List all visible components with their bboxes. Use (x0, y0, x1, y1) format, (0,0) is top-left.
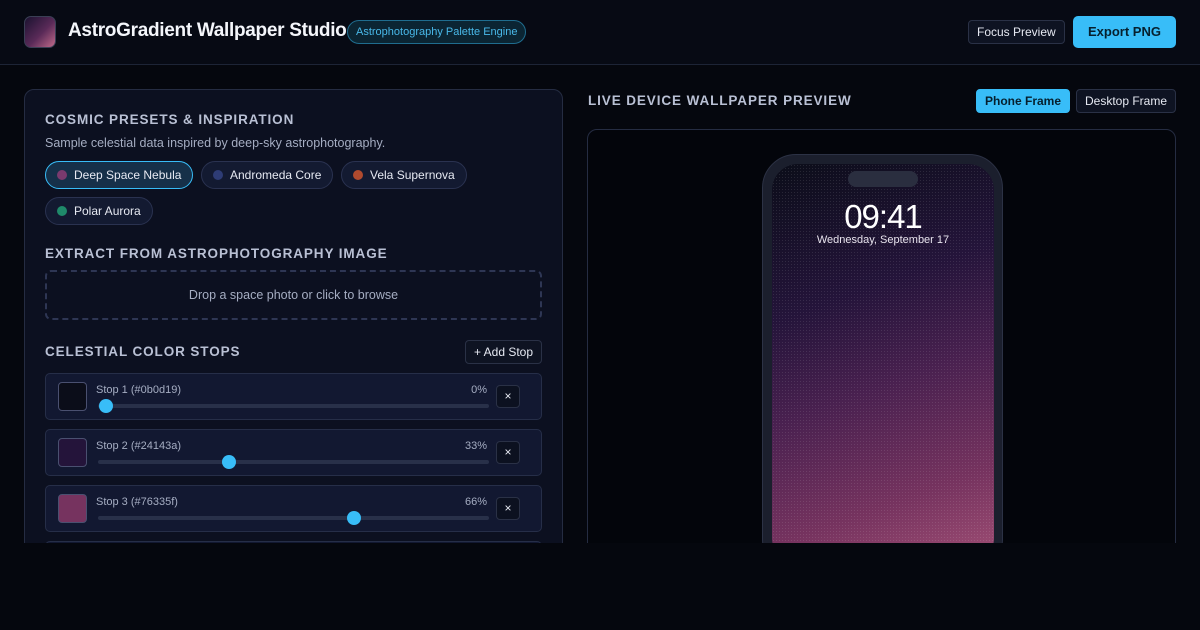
preset-color-dot (57, 206, 67, 216)
engine-badge: Astrophotography Palette Engine (347, 20, 527, 44)
phone-frame-tab[interactable]: Phone Frame (976, 89, 1071, 113)
stop-percent: 33% (464, 440, 487, 452)
color-stops-heading: CELESTIAL COLOR STOPS (45, 344, 241, 359)
stop-position-slider[interactable] (98, 399, 489, 413)
preset-chip-vela-supernova[interactable]: Vela Supernova (341, 161, 467, 189)
preset-color-dot (57, 170, 67, 180)
lockscreen-date: Wednesday, September 17 (816, 234, 950, 246)
remove-stop-button[interactable]: × (496, 385, 520, 408)
wallpaper-screen: 09:41 Wednesday, September 17 (772, 164, 994, 558)
slider-thumb[interactable] (98, 399, 113, 413)
stop-label: Stop 3 (#76335f) (96, 496, 178, 508)
color-stop-row: Stop 3 (#76335f) 66% × (45, 485, 542, 532)
stop-color-swatch[interactable] (58, 382, 87, 411)
stop-percent: 0% (471, 384, 487, 396)
preset-chip-polar-aurora[interactable]: Polar Aurora (45, 197, 153, 225)
preset-chip-deep-space-nebula[interactable]: Deep Space Nebula (45, 161, 194, 189)
stop-percent: 66% (464, 496, 487, 508)
preview-heading: LIVE DEVICE WALLPAPER PREVIEW (588, 93, 852, 108)
device-preview: 09:41 Wednesday, September 17 (587, 129, 1176, 559)
preset-chip-label: Andromeda Core (230, 168, 322, 182)
lockscreen-time: 09:41 (844, 198, 923, 235)
preset-color-dot (353, 170, 363, 180)
desktop-frame-tab[interactable]: Desktop Frame (1076, 89, 1177, 113)
phone-frame: 09:41 Wednesday, September 17 (762, 154, 1003, 558)
preset-chip-andromeda-core[interactable]: Andromeda Core (201, 161, 334, 189)
preset-chip-label: Vela Supernova (370, 168, 455, 182)
app-title: AstroGradient Wallpaper Studio (68, 20, 347, 41)
app-logo (24, 16, 56, 48)
extract-heading: EXTRACT FROM ASTROPHOTOGRAPHY IMAGE (45, 246, 388, 261)
stop-label: Stop 1 (#0b0d19) (96, 384, 182, 396)
viewport-bottom (0, 543, 1200, 630)
presets-subtitle: Sample celestial data inspired by deep-s… (45, 136, 386, 150)
stop-label: Stop 2 (#24143a) (96, 440, 182, 452)
export-png-button[interactable]: Export PNG (1073, 16, 1176, 48)
controls-panel: COSMIC PRESETS & INSPIRATION Sample cele… (24, 89, 563, 559)
preset-chip-label: Polar Aurora (74, 204, 141, 218)
preset-color-dot (213, 170, 223, 180)
color-stop-row: Stop 2 (#24143a) 33% × (45, 429, 542, 476)
stop-position-slider[interactable] (98, 511, 489, 525)
slider-thumb[interactable] (221, 455, 236, 469)
image-dropzone[interactable]: Drop a space photo or click to browse (45, 270, 542, 320)
stop-color-swatch[interactable] (58, 438, 87, 467)
remove-stop-button[interactable]: × (496, 441, 520, 464)
app-header: AstroGradient Wallpaper Studio Astrophot… (0, 0, 1200, 65)
color-stop-row: Stop 1 (#0b0d19) 0% × (45, 373, 542, 420)
stop-position-slider[interactable] (98, 455, 489, 469)
stop-color-swatch[interactable] (58, 494, 87, 523)
add-stop-button[interactable]: + Add Stop (465, 340, 542, 364)
preset-chip-label: Deep Space Nebula (74, 168, 182, 182)
presets-heading: COSMIC PRESETS & INSPIRATION (45, 112, 295, 127)
slider-thumb[interactable] (347, 511, 362, 525)
dynamic-island (848, 171, 918, 187)
remove-stop-button[interactable]: × (496, 497, 520, 520)
focus-preview-button[interactable]: Focus Preview (968, 20, 1065, 44)
